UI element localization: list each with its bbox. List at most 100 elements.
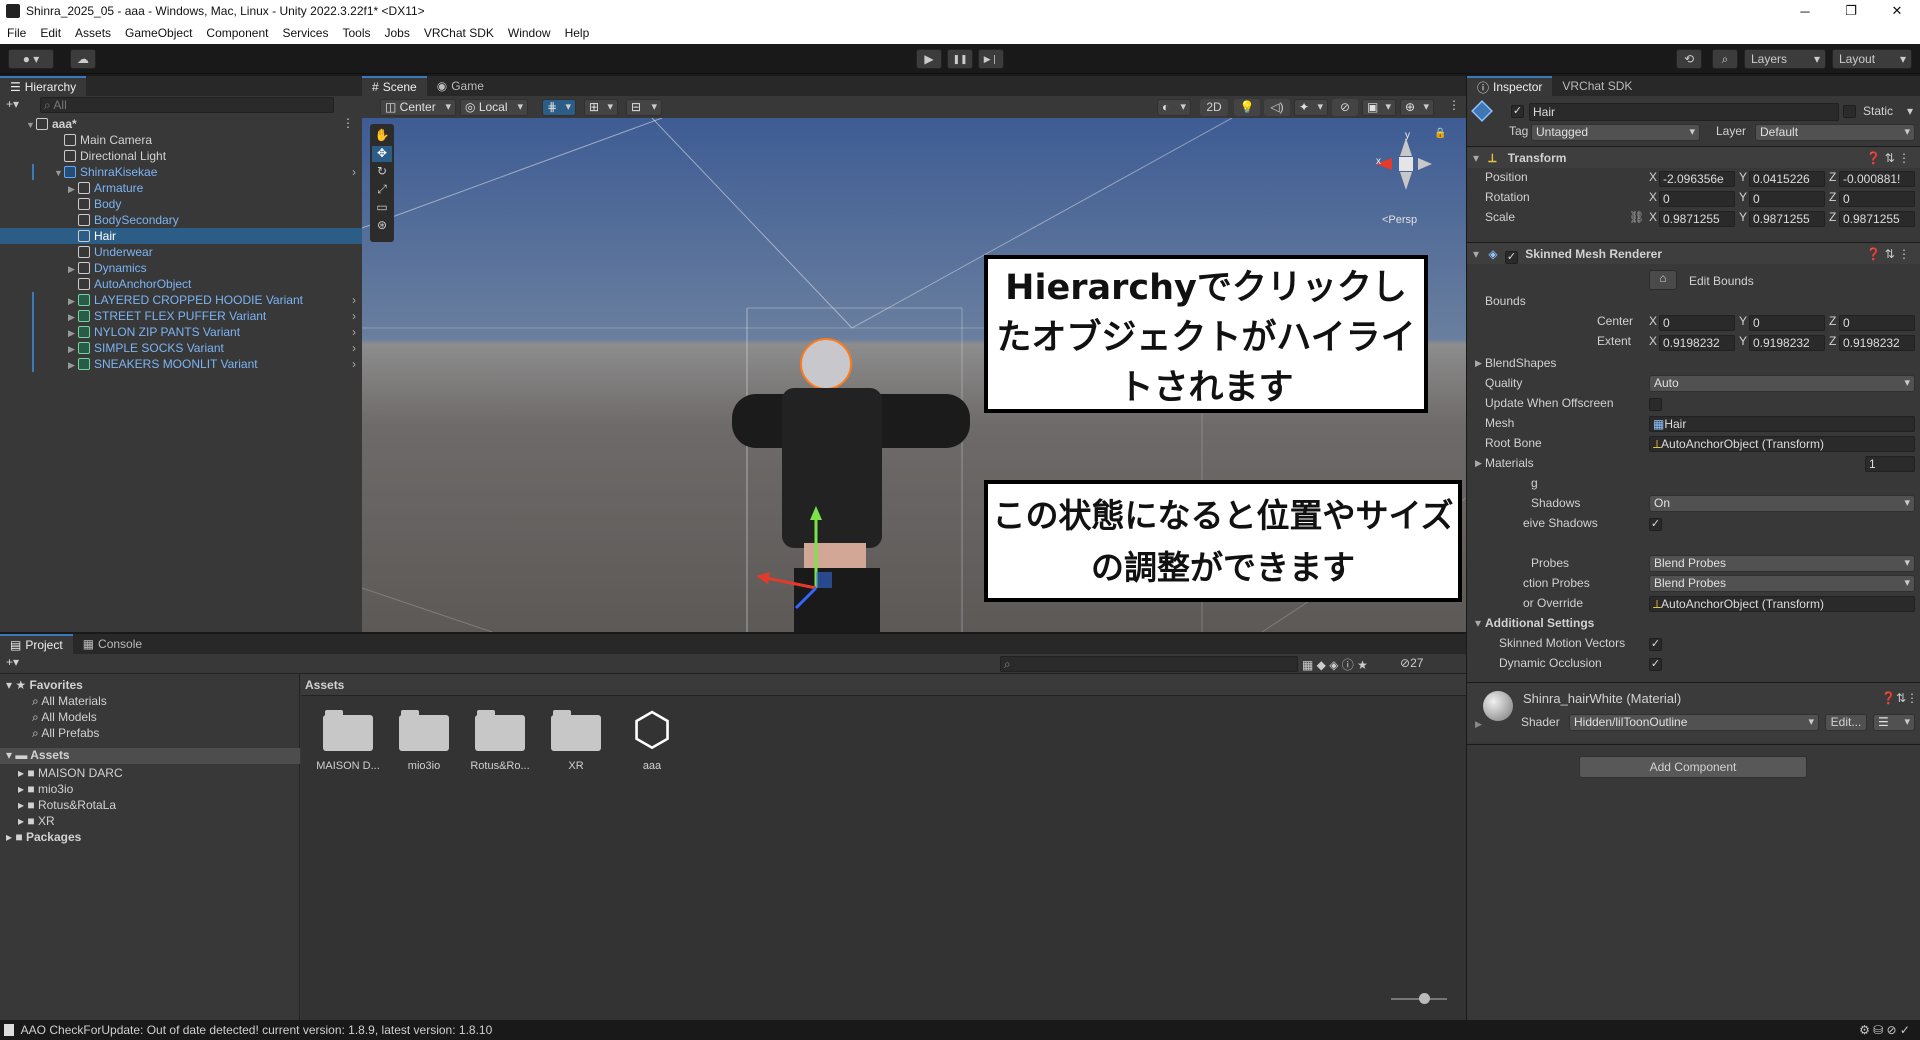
hierarchy-item[interactable]: ▶ LAYERED CROPPED HOODIE Variant › <box>0 292 362 308</box>
materials-label[interactable]: Materials <box>1485 456 1534 470</box>
bounds-extent-y-field[interactable]: 0.9198232 <box>1749 335 1825 351</box>
zoom-slider-handle[interactable] <box>1419 993 1430 1004</box>
axis-z-label[interactable]: Z <box>1829 210 1836 224</box>
tree-assets[interactable]: ▾ ▬ Assets <box>0 748 300 764</box>
open-prefab-icon[interactable]: › <box>352 324 356 340</box>
add-component-button[interactable]: Add Component <box>1579 756 1807 778</box>
tab-scene[interactable]: # Scene <box>362 76 427 96</box>
transform-tool-icon[interactable]: ⊛ <box>372 218 392 234</box>
layers-dropdown[interactable]: Layers ▾ <box>1744 49 1826 69</box>
menu-component[interactable]: Component <box>199 26 275 40</box>
hierarchy-item[interactable]: Underwear <box>0 244 362 260</box>
hierarchy-item[interactable]: ▶ Armature <box>0 180 362 196</box>
hand-tool-icon[interactable]: ✋ <box>372 128 392 144</box>
root-bone-field[interactable]: ⟂AutoAnchorObject (Transform) <box>1649 436 1915 452</box>
tab-project[interactable]: ▤ Project <box>0 634 73 654</box>
fav-all-materials[interactable]: ⌕ All Materials <box>32 694 107 709</box>
blendshapes-label[interactable]: BlendShapes <box>1485 356 1556 370</box>
tab-vrchat-sdk[interactable]: VRChat SDK <box>1552 76 1642 96</box>
component-menu-icon[interactable]: ❓ ⇅ ⋮ <box>1866 243 1910 265</box>
fav-all-models[interactable]: ⌕ All Models <box>32 710 97 725</box>
axis-x-label[interactable]: X <box>1649 170 1657 184</box>
transform-position-y-field[interactable]: 0.0415226 <box>1749 171 1825 187</box>
maximize-button[interactable]: ❐ <box>1828 0 1874 22</box>
toggle-2d-button[interactable]: 2D <box>1200 99 1228 116</box>
anchor-override-field[interactable]: ⟂AutoAnchorObject (Transform) <box>1649 596 1915 612</box>
axis-y-label[interactable]: Y <box>1739 210 1747 224</box>
expand-arrow-icon[interactable]: ▼ <box>26 117 36 133</box>
axis-z-label[interactable]: Z <box>1829 314 1836 328</box>
pivot-dropdown[interactable]: ◫ Center <box>380 99 456 116</box>
fav-all-prefabs[interactable]: ⌕ All Prefabs <box>32 726 99 741</box>
axis-y-label[interactable]: Y <box>1739 314 1747 328</box>
menu-assets[interactable]: Assets <box>68 26 118 40</box>
status-message[interactable]: AAO CheckForUpdate: Out of date detected… <box>21 1023 493 1037</box>
update-offscreen-checkbox[interactable] <box>1649 398 1662 411</box>
hierarchy-menu-icon[interactable]: ⋮ <box>342 116 354 130</box>
axis-x-label[interactable]: X <box>1649 190 1657 204</box>
object-name-field[interactable]: Hair <box>1529 103 1839 121</box>
hierarchy-search-input[interactable]: ⌕ All <box>40 97 334 113</box>
static-checkbox[interactable] <box>1843 105 1856 118</box>
tab-inspector[interactable]: ⓘ Inspector <box>1467 76 1553 96</box>
favorites-header[interactable]: ▾ ★ Favorites <box>6 678 83 692</box>
layer-dropdown[interactable]: Default <box>1755 124 1915 141</box>
skinned-motion-vectors-checkbox[interactable]: ✓ <box>1649 638 1662 651</box>
audio-toggle[interactable]: ◁) <box>1264 99 1290 116</box>
shader-edit-button[interactable]: Edit... <box>1825 714 1867 731</box>
axis-y-label[interactable]: Y <box>1739 334 1747 348</box>
rect-tool-icon[interactable]: ▭ <box>372 200 392 216</box>
asset-folder[interactable]: mio3io <box>384 710 464 780</box>
smr-header[interactable]: ▾ ◈ ✓ Skinned Mesh Renderer ❓ ⇅ ⋮ <box>1467 242 1920 264</box>
hierarchy-item[interactable]: Body <box>0 196 362 212</box>
lighting-label[interactable]: g <box>1531 476 1538 490</box>
draw-mode-dropdown[interactable]: ◐ <box>1157 99 1191 116</box>
open-prefab-icon[interactable]: › <box>352 340 356 356</box>
filter-icons[interactable]: ▦ ◆ ◈ ⓘ ★ <box>1302 656 1368 673</box>
grid-snap-button[interactable]: ⋕ <box>542 99 576 116</box>
scene-visibility-toggle[interactable]: ⊘ <box>1332 99 1358 116</box>
shader-menu-dropdown[interactable]: ☰ <box>1873 714 1915 731</box>
hierarchy-item[interactable]: AutoAnchorObject <box>0 276 362 292</box>
menu-file[interactable]: File <box>0 26 33 40</box>
axis-x-label[interactable]: X <box>1649 210 1657 224</box>
lighting-toggle[interactable]: 💡 <box>1234 99 1260 116</box>
rotate-tool-icon[interactable]: ↻ <box>372 164 392 180</box>
tab-game[interactable]: ◉ Game <box>427 76 494 96</box>
axis-x-label[interactable]: X <box>1649 334 1657 348</box>
active-checkbox[interactable]: ✓ <box>1511 105 1524 118</box>
hierarchy-item[interactable]: Main Camera <box>0 132 362 148</box>
increment-snap-button[interactable]: ⊟ <box>626 99 662 116</box>
expand-icon[interactable]: ▶ <box>1475 358 1482 369</box>
menu-vrchat-sdk[interactable]: VRChat SDK <box>417 26 501 40</box>
open-prefab-icon[interactable]: › <box>352 356 356 372</box>
bounds-extent-z-field[interactable]: 0.9198232 <box>1839 335 1915 351</box>
open-prefab-icon[interactable]: › <box>352 308 356 324</box>
constrain-proportions-icon[interactable]: ⛓ <box>1629 210 1644 224</box>
transform-rotation-z-field[interactable]: 0 <box>1839 191 1915 207</box>
axis-x-label[interactable]: X <box>1649 314 1657 328</box>
hierarchy-item[interactable]: BodySecondary <box>0 212 362 228</box>
expand-icon[interactable]: ▶ <box>1475 458 1482 469</box>
hierarchy-item[interactable]: ▶ SNEAKERS MOONLIT Variant › <box>0 356 362 372</box>
open-prefab-icon[interactable]: › <box>352 292 356 308</box>
expand-arrow-icon[interactable]: ▶ <box>68 181 78 197</box>
menu-jobs[interactable]: Jobs <box>377 26 416 40</box>
light-probes-dropdown[interactable]: Blend Probes <box>1649 555 1915 572</box>
reflection-probes-dropdown[interactable]: Blend Probes <box>1649 575 1915 592</box>
tab-console[interactable]: ▦ Console <box>73 634 152 654</box>
snap-button[interactable]: ⊞ <box>584 99 618 116</box>
hierarchy-item[interactable]: ▼ aaa* <box>0 116 362 132</box>
hierarchy-item[interactable]: Hair <box>0 228 362 244</box>
dynamic-occlusion-checkbox[interactable]: ✓ <box>1649 658 1662 671</box>
play-button[interactable]: ▶ <box>916 49 942 69</box>
history-button[interactable]: ⟲ <box>1676 49 1702 69</box>
edit-bounds-button[interactable]: ⌂ <box>1649 270 1677 290</box>
tree-packages[interactable]: ▸ ■ Packages <box>6 830 81 844</box>
close-button[interactable]: ✕ <box>1874 0 1920 22</box>
transform-scale-x-field[interactable]: 0.9871255 <box>1659 211 1735 227</box>
camera-dropdown[interactable]: ▣ <box>1362 99 1396 116</box>
asset-folder[interactable]: MAISON D... <box>308 710 388 780</box>
transform-scale-z-field[interactable]: 0.9871255 <box>1839 211 1915 227</box>
search-button[interactable]: ⌕ <box>1712 49 1738 69</box>
